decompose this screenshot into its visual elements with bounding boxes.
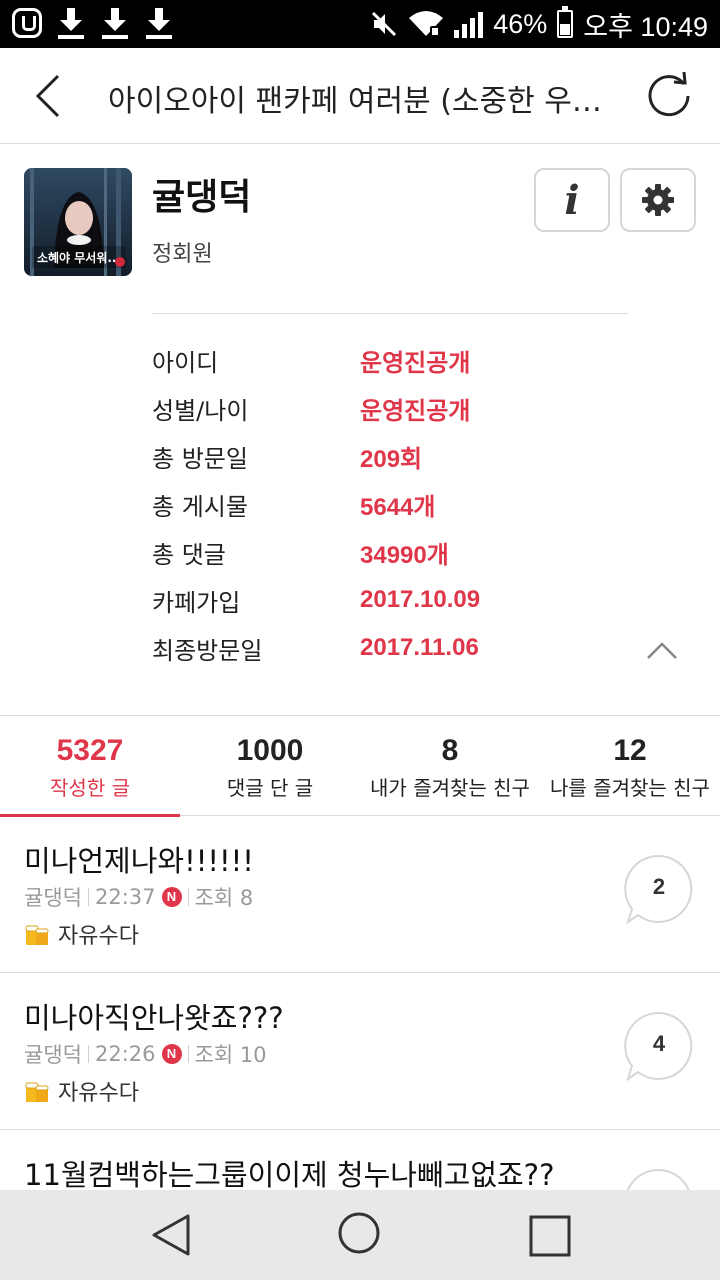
- status-bar: 46% 오후 10:49: [0, 0, 720, 48]
- download-icon: [56, 6, 86, 40]
- info-value: 209회: [360, 445, 423, 473]
- nickname: 귤댕덕: [152, 177, 252, 218]
- info-row-id: 아이디 운영진공개: [152, 336, 712, 384]
- info-value: 2017.11.06: [360, 634, 479, 661]
- tab-label: 작성한 글: [50, 776, 130, 800]
- post-board: 자유수다: [24, 1075, 139, 1107]
- avatar-image: 소혜야 무서워...: [24, 168, 132, 276]
- beer-icon: [25, 925, 49, 945]
- tab-label: 내가 즐겨찾는 친구: [370, 776, 530, 800]
- info-row-posts: 총 게시물 5644개: [152, 480, 712, 528]
- post-board: 자유수다: [24, 918, 139, 950]
- divider: [187, 888, 189, 906]
- activity-tabs: 5327 작성한 글 1000 댓글 단 글 8 내가 즐겨찾는 친구 12 나…: [0, 715, 720, 817]
- info-label: 총 게시물: [152, 492, 248, 521]
- battery-icon: [557, 6, 574, 38]
- post-time: 22:26: [94, 1042, 156, 1066]
- info-label: 총 방문일: [152, 444, 248, 473]
- settings-button[interactable]: [620, 168, 696, 232]
- tab-favorited-me[interactable]: 12 나를 즐겨찾는 친구: [540, 716, 720, 816]
- post-author: 귤댕덕: [24, 1043, 82, 1067]
- comment-count-bubble[interactable]: 2: [624, 854, 694, 926]
- post-title: 미나언제나와!!!!!!: [24, 844, 254, 878]
- board-name: 자유수다: [58, 1081, 139, 1106]
- tab-count: 5327: [56, 734, 124, 767]
- post-time: 22:37: [94, 885, 156, 909]
- divider: [87, 1045, 89, 1063]
- comment-count-bubble[interactable]: 4: [624, 1011, 694, 1083]
- board-name: 자유수다: [58, 924, 139, 949]
- refresh-icon[interactable]: [644, 70, 694, 120]
- tab-label: 나를 즐겨찾는 친구: [550, 776, 710, 800]
- info-value: 34990개: [360, 541, 449, 569]
- page-title: 아이오아이 팬카페 여러분 (소중한 우…: [108, 84, 602, 119]
- signal-icon: [454, 10, 484, 38]
- post-author: 귤댕덕: [24, 886, 82, 910]
- list-item[interactable]: 미나아직안나왓죠??? 귤댕덕 22:26 N 조회 10 자유수다 4: [0, 973, 720, 1130]
- tab-label: 댓글 단 글: [226, 776, 314, 800]
- comment-count: 2: [652, 874, 666, 899]
- comment-count: 4: [652, 1031, 666, 1056]
- member-info-table: 아이디 운영진공개 성별/나이 운영진공개 총 방문일 209회 총 게시물 5…: [152, 336, 712, 672]
- post-meta: 귤댕덕 22:37 N 조회 8: [24, 882, 253, 912]
- new-badge: N: [161, 1044, 182, 1064]
- info-label: 카페가입: [152, 588, 241, 617]
- tab-count: 8: [441, 734, 459, 767]
- chevron-left-icon[interactable]: [26, 72, 74, 120]
- tab-count: 12: [613, 734, 647, 767]
- info-label: 총 댓글: [152, 540, 226, 569]
- chevron-up-icon[interactable]: [646, 638, 678, 662]
- info-label: 성별/나이: [152, 396, 249, 425]
- divider: [187, 1045, 189, 1063]
- post-views: 조회 10: [194, 1043, 267, 1067]
- info-value: 운영진공개: [360, 349, 471, 377]
- divider: [87, 888, 89, 906]
- post-title: 미나아직안나왓죠???: [24, 1001, 284, 1035]
- tab-count: 1000: [236, 734, 304, 767]
- post-list: 미나언제나와!!!!!! 귤댕덕 22:37 N 조회 8 자유수다 2 미나아…: [0, 816, 720, 1190]
- speech-bubble-icon: [626, 1168, 690, 1190]
- info-button[interactable]: i: [534, 168, 610, 232]
- member-grade: 정회원: [152, 242, 213, 267]
- nav-back-icon[interactable]: [148, 1212, 194, 1258]
- post-meta: 귤댕덕 22:26 N 조회 10: [24, 1039, 267, 1069]
- wifi-icon: [409, 11, 444, 36]
- new-badge: N: [161, 887, 182, 907]
- info-label: 최종방문일: [152, 636, 263, 665]
- info-value: 2017.10.09: [360, 586, 481, 613]
- list-item[interactable]: 11월컴백하는그룹이이제 청누나빼고없죠??: [0, 1130, 720, 1190]
- nav-recent-apps-icon[interactable]: [528, 1214, 572, 1258]
- tab-commented-posts[interactable]: 1000 댓글 단 글: [180, 716, 360, 816]
- battery-percent: 46%: [493, 8, 548, 39]
- info-row-visits: 총 방문일 209회: [152, 432, 712, 480]
- avatar[interactable]: 소혜야 무서워...: [24, 168, 132, 276]
- info-value: 운영진공개: [360, 397, 471, 425]
- comment-count-bubble[interactable]: [624, 1168, 694, 1190]
- info-row-last-visit: 최종방문일 2017.11.06: [152, 624, 712, 672]
- app-header: 아이오아이 팬카페 여러분 (소중한 우…: [0, 48, 720, 144]
- download-icon: [100, 6, 130, 40]
- nav-home-icon[interactable]: [336, 1210, 382, 1256]
- tab-written-posts[interactable]: 5327 작성한 글: [0, 716, 180, 817]
- profile-section: 소혜야 무서워... 귤댕덕 정회원 i 아이디 운영진공개 성별/나이 운영진…: [0, 144, 720, 714]
- info-row-joined: 카페가입 2017.10.09: [152, 576, 712, 624]
- download-icon: [144, 6, 174, 40]
- post-title: 11월컴백하는그룹이이제 청누나빼고없죠??: [24, 1158, 555, 1190]
- info-row-gender-age: 성별/나이 운영진공개: [152, 384, 712, 432]
- info-label: 아이디: [152, 348, 219, 377]
- info-row-comments: 총 댓글 34990개: [152, 528, 712, 576]
- system-nav-bar: [0, 1190, 720, 1280]
- app-icon: [12, 8, 42, 38]
- tab-my-favorites[interactable]: 8 내가 즐겨찾는 친구: [360, 716, 540, 816]
- svg-text:소혜야 무서워...: 소혜야 무서워...: [37, 250, 121, 265]
- mute-icon: [372, 11, 397, 37]
- list-item[interactable]: 미나언제나와!!!!!! 귤댕덕 22:37 N 조회 8 자유수다 2: [0, 816, 720, 973]
- beer-icon: [25, 1082, 49, 1102]
- clock: 오후 10:49: [583, 11, 708, 42]
- gear-icon: [642, 184, 674, 216]
- post-views: 조회 8: [194, 886, 254, 910]
- info-value: 5644개: [360, 493, 436, 521]
- divider: [152, 313, 628, 314]
